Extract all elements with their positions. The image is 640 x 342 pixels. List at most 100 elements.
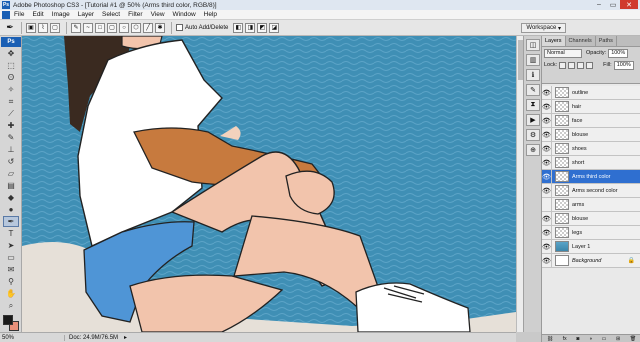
crop-tool-icon[interactable]: ⌗ bbox=[3, 96, 19, 107]
eye-hidden-icon[interactable] bbox=[542, 197, 552, 212]
menu-edit[interactable]: Edit bbox=[32, 11, 43, 18]
path-selection-tool-icon[interactable]: ➤ bbox=[3, 240, 19, 251]
polygon-icon[interactable]: ⬡ bbox=[131, 22, 141, 33]
layer-mask-icon[interactable]: ◙ bbox=[576, 336, 579, 342]
tab-channels[interactable]: Channels bbox=[566, 36, 596, 46]
line-icon[interactable]: ╱ bbox=[143, 22, 153, 33]
layer-row[interactable]: 👁 Layer 1 bbox=[542, 239, 640, 254]
foreground-color-swatch[interactable] bbox=[3, 315, 13, 325]
layer-row[interactable]: 👁 Arms second color bbox=[542, 183, 640, 198]
lasso-tool-icon[interactable]: ʘ bbox=[3, 72, 19, 83]
maximize-icon[interactable]: ▭ bbox=[606, 0, 620, 9]
clone-stamp-tool-icon[interactable]: ⊥ bbox=[3, 144, 19, 155]
freeform-pen-icon[interactable]: ~ bbox=[83, 22, 93, 33]
clone-source-icon[interactable]: ⊕ bbox=[526, 144, 540, 156]
menu-view[interactable]: View bbox=[151, 11, 165, 18]
rectangle-icon[interactable]: □ bbox=[95, 22, 105, 33]
eye-icon[interactable]: 👁 bbox=[542, 99, 552, 114]
tool-presets-icon[interactable]: ⚙ bbox=[526, 129, 540, 141]
vertical-scrollbar[interactable] bbox=[516, 36, 523, 332]
layer-row[interactable]: 👁 hair bbox=[542, 99, 640, 114]
move-tool-icon[interactable]: ✥ bbox=[3, 48, 19, 59]
gradient-tool-icon[interactable]: ▤ bbox=[3, 180, 19, 191]
shape-tool-icon[interactable]: ▭ bbox=[3, 252, 19, 263]
menu-window[interactable]: Window bbox=[173, 11, 196, 18]
paths-icon[interactable]: ⌇ bbox=[38, 22, 48, 33]
pen-icon[interactable]: ✎ bbox=[71, 22, 81, 33]
brushes-icon[interactable]: ✎ bbox=[526, 84, 540, 96]
workspace-button[interactable]: Workspace ▾ bbox=[521, 23, 566, 33]
histogram-icon[interactable]: ▥ bbox=[526, 54, 540, 66]
menu-layer[interactable]: Layer bbox=[78, 11, 94, 18]
minimize-icon[interactable]: – bbox=[592, 0, 606, 9]
layer-row[interactable]: 👁 blouse bbox=[542, 211, 640, 226]
opacity-input[interactable]: 100% bbox=[608, 48, 629, 58]
menu-file[interactable]: File bbox=[14, 11, 24, 18]
rounded-rect-icon[interactable]: ▢ bbox=[107, 22, 117, 33]
brush-tool-icon[interactable]: ✎ bbox=[3, 132, 19, 143]
layer-row[interactable]: 👁 outline bbox=[542, 85, 640, 100]
layer-style-icon[interactable]: fx bbox=[563, 336, 567, 342]
info-icon[interactable]: ℹ bbox=[526, 69, 540, 81]
menu-filter[interactable]: Filter bbox=[128, 11, 142, 18]
tab-paths[interactable]: Paths bbox=[596, 36, 617, 46]
auto-add-delete-checkbox[interactable] bbox=[176, 24, 183, 31]
menu-select[interactable]: Select bbox=[102, 11, 120, 18]
magic-wand-tool-icon[interactable]: ✧ bbox=[3, 84, 19, 95]
eye-icon[interactable]: 👁 bbox=[542, 239, 552, 254]
shape-layers-icon[interactable]: ▣ bbox=[26, 22, 36, 33]
color-swatches[interactable] bbox=[1, 313, 21, 333]
layer-row[interactable]: 👁 blouse bbox=[542, 127, 640, 142]
layer-row[interactable]: 👁 face bbox=[542, 113, 640, 128]
slice-tool-icon[interactable]: ⟋ bbox=[3, 108, 19, 119]
pen-tool-icon[interactable]: ✒ bbox=[3, 216, 19, 227]
marquee-tool-icon[interactable]: ⬚ bbox=[3, 60, 19, 71]
eye-icon[interactable]: 👁 bbox=[542, 113, 552, 128]
eye-icon[interactable]: 👁 bbox=[542, 169, 552, 184]
lock-position-icon[interactable] bbox=[577, 61, 585, 69]
new-layer-icon[interactable]: ⊞ bbox=[616, 336, 620, 342]
blur-tool-icon[interactable]: ◆ bbox=[3, 192, 19, 203]
tab-layers[interactable]: Layers bbox=[542, 36, 566, 46]
adjustment-layer-icon[interactable]: ◑ bbox=[589, 336, 592, 342]
history-icon[interactable]: ⧗ bbox=[526, 99, 540, 111]
menu-help[interactable]: Help bbox=[204, 11, 217, 18]
eye-icon[interactable]: 👁 bbox=[542, 183, 552, 198]
layer-row[interactable]: 👁 legs bbox=[542, 225, 640, 240]
eye-icon[interactable]: 👁 bbox=[542, 127, 552, 142]
lock-all-icon[interactable] bbox=[586, 61, 594, 69]
eye-icon[interactable]: 👁 bbox=[542, 141, 552, 156]
layer-row[interactable]: 👁 shoes bbox=[542, 141, 640, 156]
actions-icon[interactable]: ▶ bbox=[526, 114, 540, 126]
notes-tool-icon[interactable]: ✉ bbox=[3, 264, 19, 275]
eye-icon[interactable]: 👁 bbox=[542, 155, 552, 170]
hand-tool-icon[interactable]: ✋ bbox=[3, 288, 19, 299]
fill-input[interactable]: 100% bbox=[613, 60, 634, 70]
type-tool-icon[interactable]: T bbox=[3, 228, 19, 239]
close-icon[interactable]: ✕ bbox=[620, 0, 638, 9]
layer-row[interactable]: 👁 Background 🔒 bbox=[542, 253, 640, 268]
menu-image[interactable]: Image bbox=[52, 11, 70, 18]
eye-icon[interactable]: 👁 bbox=[542, 225, 552, 240]
layer-row[interactable]: arms bbox=[542, 197, 640, 212]
history-brush-tool-icon[interactable]: ↺ bbox=[3, 156, 19, 167]
eraser-tool-icon[interactable]: ▱ bbox=[3, 168, 19, 179]
blend-mode-select[interactable]: Normal bbox=[544, 48, 582, 58]
zoom-tool-icon[interactable]: ⌕ bbox=[3, 300, 19, 311]
dodge-tool-icon[interactable]: ● bbox=[3, 204, 19, 215]
path-intersect-icon[interactable]: ◩ bbox=[257, 22, 268, 33]
new-group-icon[interactable]: ▭ bbox=[602, 336, 607, 342]
path-exclude-icon[interactable]: ◪ bbox=[269, 22, 280, 33]
eye-icon[interactable]: 👁 bbox=[542, 211, 552, 226]
fill-pixels-icon[interactable]: ▢ bbox=[50, 22, 60, 33]
ps-menu-icon[interactable] bbox=[2, 10, 10, 19]
zoom-level[interactable]: 50% bbox=[0, 335, 22, 341]
lock-transparency-icon[interactable] bbox=[559, 61, 567, 69]
navigator-icon[interactable]: ◫ bbox=[526, 39, 540, 51]
path-subtract-icon[interactable]: ◨ bbox=[245, 22, 256, 33]
ellipse-icon[interactable]: ○ bbox=[119, 22, 129, 33]
pen-tool-preset-icon[interactable]: ✒ bbox=[3, 22, 17, 34]
document-canvas[interactable] bbox=[22, 36, 516, 332]
layer-row[interactable]: 👁 short bbox=[542, 155, 640, 170]
layer-row[interactable]: 👁 Arms third color bbox=[542, 169, 640, 184]
